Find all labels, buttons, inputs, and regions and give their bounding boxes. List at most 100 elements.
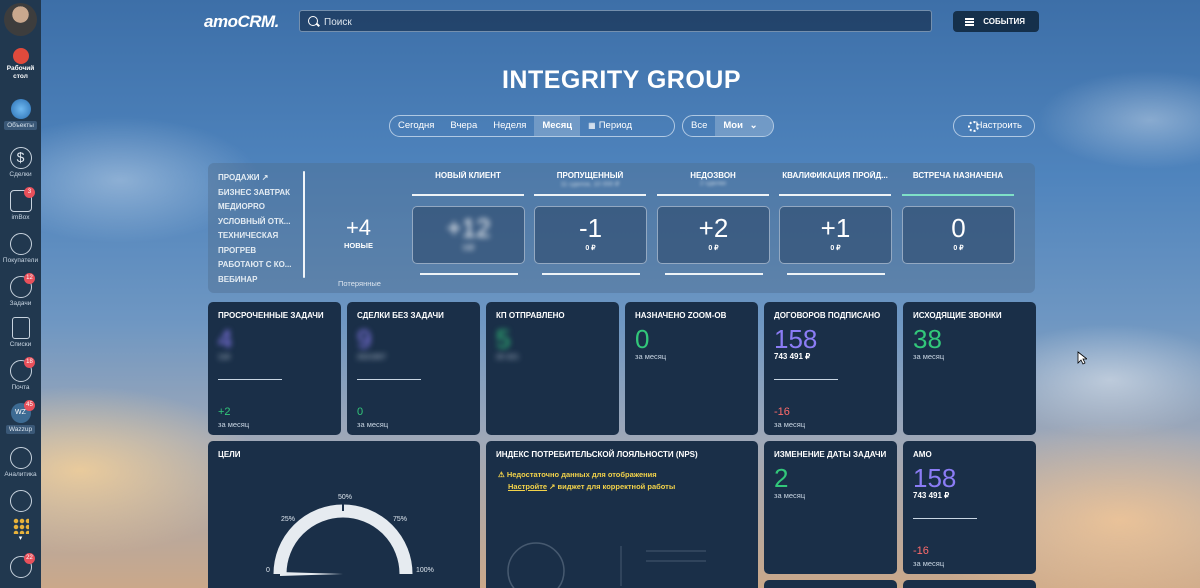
- period-yesterday[interactable]: Вчера: [442, 116, 485, 136]
- sidebar-item-notifications[interactable]: 22: [0, 553, 41, 580]
- stage-title: КВАЛИФИКАЦИЯ ПРОЙД...: [782, 171, 888, 180]
- analytics-icon: [9, 447, 32, 469]
- pipeline-item[interactable]: ТЕХНИЧЕСКАЯ: [218, 229, 291, 244]
- pipeline-scrollbar[interactable]: [303, 171, 305, 278]
- new-leads-counter: +4 НОВЫЕ: [343, 215, 373, 250]
- configure-link[interactable]: Настройте: [508, 482, 547, 491]
- stage-title: ВСТРЕЧА НАЗНАЧЕНА: [912, 171, 1004, 180]
- stage-underline: [420, 273, 518, 275]
- stage-line: [657, 194, 769, 196]
- external-link-icon: ↗: [549, 482, 556, 491]
- pipeline-item[interactable]: РАБОТАЮТ С КО...: [218, 258, 291, 273]
- stage-line: [902, 194, 1014, 196]
- sidebar-item-settings[interactable]: [0, 490, 41, 514]
- period-custom[interactable]: ▦ Период: [580, 116, 640, 136]
- stage-underline: [542, 273, 640, 275]
- pipeline-item[interactable]: ПРОГРЕВ: [218, 244, 291, 259]
- pipeline-item[interactable]: ПРОДАЖИ ↗: [218, 171, 291, 186]
- sidebar-item-objects[interactable]: Объекты: [0, 99, 41, 130]
- chevron-down-icon: ⌄: [749, 120, 758, 131]
- sidebar-item-tasks[interactable]: 12 Задачи: [0, 273, 41, 307]
- lost-leads-label[interactable]: Потерянные: [338, 279, 381, 288]
- widget-amo[interactable]: АМО 158 743 491 ₽ -16 за месяц: [903, 441, 1036, 574]
- stage-title: ПРОПУЩЕННЫЙ: [556, 171, 624, 180]
- divider: [774, 379, 838, 380]
- goals-gauge: [273, 499, 413, 576]
- nps-warning: ⚠ Недостаточно данных для отображения На…: [498, 470, 676, 491]
- pipeline-item[interactable]: МЕДИОPRO: [218, 200, 291, 215]
- widget-overdue-tasks[interactable]: ПРОСРОЧЕННЫЕ ЗАДАЧИ 4 118 +2 за месяц: [208, 302, 341, 435]
- page-title: INTEGRITY GROUP: [501, 66, 741, 94]
- stage-card-meeting[interactable]: 0 0 ₽: [902, 206, 1015, 264]
- widget-partial[interactable]: [764, 580, 897, 588]
- widget-contracts-signed[interactable]: ДОГОВОРОВ ПОДПИСАНО 158 743 491 ₽ -16 за…: [764, 302, 897, 435]
- imbox-badge: 3: [24, 187, 35, 198]
- sidebar-item-lists[interactable]: Списки: [0, 317, 41, 348]
- widget-outgoing-calls[interactable]: ИСХОДЯЩИЕ ЗВОНКИ 38 за месяц: [903, 302, 1036, 435]
- gear-icon: [968, 121, 979, 132]
- sidebar-item-imbox[interactable]: 3 imBox: [0, 187, 41, 221]
- sidebar-item-deals[interactable]: $ Сделки: [0, 147, 41, 178]
- deals-icon: $: [9, 147, 32, 169]
- widget-kp-sent[interactable]: КП ОТПРАВЛЕНО 5 20 321: [486, 302, 619, 435]
- divider: [357, 379, 421, 380]
- external-link-icon: ↗: [261, 173, 269, 182]
- stage-subtitle: 11 сделок, 10 000 ₽: [560, 181, 620, 188]
- search-icon: [308, 16, 318, 26]
- wazzup-badge: 45: [24, 400, 35, 411]
- widget-task-date-change[interactable]: ИЗМЕНЕНИЕ ДАТЫ ЗАДАЧИ 2 за месяц: [764, 441, 897, 574]
- period-week[interactable]: Неделя: [485, 116, 534, 136]
- pipeline-item[interactable]: УСЛОВНЫЙ ОТК...: [218, 215, 291, 230]
- objects-icon: [10, 99, 31, 119]
- calendar-icon: ▦: [588, 121, 596, 130]
- apps-icon: [12, 518, 29, 534]
- stage-card-qualified[interactable]: +1 0 ₽: [779, 206, 892, 264]
- notifications-badge: 22: [24, 553, 35, 564]
- period-today[interactable]: Сегодня: [390, 116, 442, 136]
- warning-icon: ⚠: [498, 470, 505, 479]
- widget-deals-no-task[interactable]: СДЕЛКИ БЕЗ ЗАДАЧИ 9 2021907 0 за месяц: [347, 302, 480, 435]
- search-bar[interactable]: [299, 10, 932, 33]
- nps-placeholder-graphic: [507, 542, 706, 588]
- events-button[interactable]: СОБЫТИЯ: [953, 11, 1039, 32]
- stage-card-no-answer[interactable]: +2 0 ₽: [657, 206, 770, 264]
- stage-card-missed[interactable]: -1 0 ₽: [534, 206, 647, 264]
- stage-title: НЕДОЗВОН: [690, 171, 736, 180]
- stage-underline: [787, 273, 885, 275]
- desktop-icon: [12, 48, 29, 64]
- widget-nps[interactable]: ИНДЕКС ПОТРЕБИТЕЛЬСКОЙ ЛОЯЛЬНОСТИ (NPS) …: [486, 441, 758, 588]
- tasks-badge: 12: [24, 273, 35, 284]
- divider: [218, 379, 282, 380]
- widget-zoom-scheduled[interactable]: НАЗНАЧЕНО ZOOM-ОВ 0 за месяц: [625, 302, 758, 435]
- pipeline-list: ПРОДАЖИ ↗ БИЗНЕС ЗАВТРАК МЕДИОPRO УСЛОВН…: [218, 171, 291, 287]
- configure-button[interactable]: Настроить: [953, 115, 1035, 137]
- stage-title: НОВЫЙ КЛИЕНТ: [435, 171, 501, 180]
- search-input[interactable]: [322, 11, 926, 33]
- widget-partial[interactable]: [903, 580, 1036, 588]
- chevron-down-icon: ▾: [18, 535, 23, 542]
- owner-all[interactable]: Все: [683, 116, 715, 136]
- period-filter: Сегодня Вчера Неделя Месяц ▦ Период: [389, 115, 675, 137]
- gauge-needle: [280, 572, 343, 576]
- sidebar-item-customers[interactable]: Покупатели: [0, 233, 41, 264]
- stage-line: [779, 194, 891, 196]
- pipeline-item[interactable]: ВЕБИНАР: [218, 273, 291, 288]
- mail-badge: 18: [24, 357, 35, 368]
- stage-subtitle: 2 сделки: [699, 180, 727, 187]
- owner-filter: Все Мои ⌄: [682, 115, 774, 137]
- stage-line: [534, 194, 646, 196]
- stage-line: [412, 194, 524, 196]
- avatar[interactable]: [4, 3, 37, 36]
- lists-icon: [11, 317, 30, 339]
- sidebar-item-mail[interactable]: 18 Почта: [0, 357, 41, 391]
- stage-underline: [665, 273, 763, 275]
- sidebar-item-wazzup[interactable]: WZ 45 Wazzup: [0, 400, 41, 434]
- mouse-cursor: [1077, 351, 1087, 365]
- sidebar-item-apps[interactable]: ▾: [0, 518, 41, 542]
- pipeline-item[interactable]: БИЗНЕС ЗАВТРАК: [218, 186, 291, 201]
- sidebar-item-analytics[interactable]: Аналитика: [0, 447, 41, 478]
- owner-mine[interactable]: Мои ⌄: [715, 116, 773, 136]
- period-month[interactable]: Месяц: [534, 116, 581, 136]
- widget-goals[interactable]: ЦЕЛИ 0 25% 50% 75% 100%: [208, 441, 480, 588]
- stage-card-new-client[interactable]: +12 0 ₽: [412, 206, 525, 264]
